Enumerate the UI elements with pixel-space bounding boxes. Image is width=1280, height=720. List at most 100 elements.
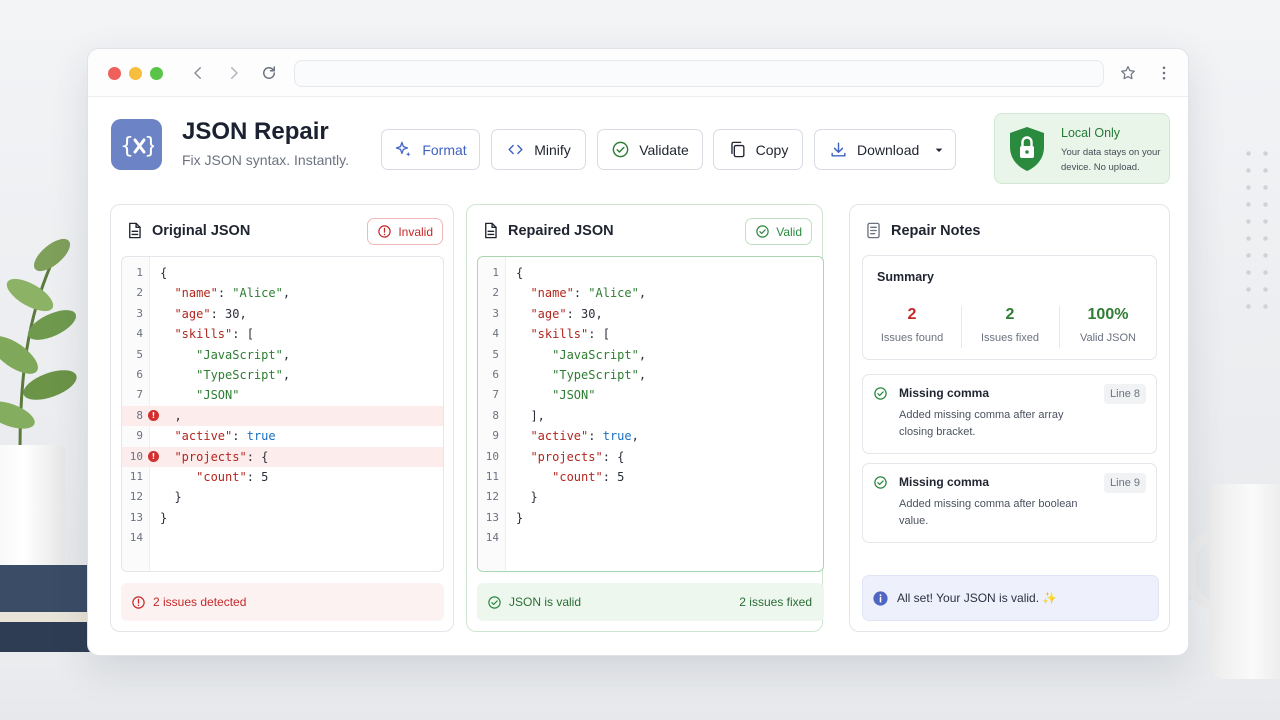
bookmark-button[interactable]: [1116, 61, 1140, 85]
issues-detected-footer: 2 issues detected: [121, 583, 444, 621]
line-number: 14: [485, 531, 499, 545]
line-number: 5: [136, 347, 143, 361]
error-marker-icon[interactable]: !: [148, 450, 159, 462]
all-set-banner: All set! Your JSON is valid. ✨: [862, 575, 1159, 621]
line-number: 9: [136, 429, 143, 443]
check-circle-icon: [612, 141, 629, 158]
repaired-json-title: Repaired JSON: [508, 222, 614, 239]
line-number: 7: [492, 388, 499, 402]
code-line: 13}: [478, 508, 823, 528]
code-line: 11 "count": 5: [478, 467, 823, 487]
code-text: }: [160, 510, 168, 525]
line-number: 11: [485, 470, 499, 483]
forward-button[interactable]: [222, 61, 246, 85]
reload-button[interactable]: [257, 61, 281, 85]
code-line: 2 "name": "Alice",: [478, 283, 823, 303]
back-button[interactable]: [186, 61, 210, 85]
alert-circle-icon: [132, 595, 145, 609]
code-line: 7 "JSON": [478, 385, 823, 405]
code-line: 4 "skills": [: [478, 324, 823, 344]
line-number: 4: [492, 327, 499, 341]
code-text: "name": "Alice",: [530, 286, 647, 301]
local-only-card: Local Only Your data stays on your devic…: [994, 113, 1170, 184]
check-circle-icon: [756, 225, 769, 238]
format-button[interactable]: Format: [381, 129, 480, 170]
alert-circle-icon: [378, 225, 392, 238]
code-text: }: [516, 510, 524, 525]
minify-button[interactable]: Minify: [491, 129, 586, 170]
address-bar[interactable]: [294, 60, 1104, 87]
code-text: "age": 30,: [174, 306, 247, 321]
code-line: 13}: [122, 508, 443, 528]
repaired-json-header: Repaired JSON: [481, 221, 614, 240]
line-number: 13: [129, 510, 143, 524]
star-icon: [1121, 66, 1135, 80]
code-line: 5 "JavaScript",: [478, 345, 823, 365]
check-circle-icon: [488, 595, 501, 609]
stat-value: 100%: [1087, 306, 1129, 323]
line-number: 10: [485, 449, 499, 463]
stat-label: Valid JSON: [1079, 332, 1137, 344]
note-description: Added missing comma after boolean value.: [899, 498, 1078, 527]
maximize-window-button[interactable]: [150, 67, 163, 80]
notes-icon: [867, 222, 880, 239]
invalid-badge: Invalid: [367, 218, 443, 245]
validate-button[interactable]: Validate: [597, 129, 703, 170]
code-line: 1{: [478, 263, 823, 283]
line-number: 9: [492, 429, 499, 443]
minimize-window-button[interactable]: [129, 67, 142, 80]
code-line: 6 "TypeScript",: [478, 365, 823, 385]
browser-menu-button[interactable]: [1152, 61, 1176, 85]
code-line: 6 "TypeScript",: [122, 365, 443, 385]
copy-button[interactable]: Copy: [713, 129, 803, 170]
repair-notes-header: Repair Notes: [864, 221, 980, 240]
info-icon: [873, 590, 888, 606]
code-text: ],: [516, 408, 545, 423]
download-label: Download: [857, 141, 920, 158]
mug-decoration: [1210, 484, 1280, 679]
original-json-header: Original JSON: [125, 221, 250, 240]
line-number: 5: [492, 347, 499, 361]
repair-note-card[interactable]: Missing comma Line 8 Added missing comma…: [862, 374, 1157, 454]
line-number: 11: [129, 470, 143, 483]
line-number: 12: [129, 490, 143, 504]
original-json-editor[interactable]: 1{2 "name": "Alice", 3 "age": 30, 4 "skill…: [121, 256, 444, 572]
json-repair-logo-icon: { }: [120, 134, 154, 159]
stat-label: Issues found: [880, 332, 944, 344]
local-only-description: Your data stays on your device. No uploa…: [1061, 147, 1161, 173]
note-line-badge[interactable]: Line 9: [1104, 473, 1146, 493]
code-text: "TypeScript",: [196, 368, 291, 382]
error-marker-icon[interactable]: !: [148, 409, 159, 421]
download-button[interactable]: Download: [814, 129, 956, 170]
book-decoration: [0, 565, 90, 613]
code-line: 9 "active": true: [122, 426, 443, 446]
code-line: 9 "active": true,: [478, 426, 823, 446]
code-line: 10 "projects": {: [478, 447, 823, 467]
original-json-title: Original JSON: [152, 222, 251, 239]
copy-label: Copy: [755, 141, 789, 158]
code-line: 5 "JavaScript",: [122, 345, 443, 365]
line-number: 7: [136, 388, 143, 402]
code-text: "age": 30,: [530, 306, 603, 321]
code-icon: [508, 144, 523, 155]
close-window-button[interactable]: [108, 67, 121, 80]
caret-down-icon[interactable]: [931, 142, 947, 158]
note-title: Missing comma: [899, 475, 990, 489]
local-only-title: Local Only: [1061, 126, 1121, 140]
valid-badge-label: Valid: [776, 224, 802, 239]
line-number: 4: [136, 327, 143, 341]
code-text: "count": 5: [196, 470, 269, 484]
invalid-badge-label: Invalid: [398, 224, 433, 239]
line-number: 10: [129, 449, 143, 463]
decorative-dot-grid: [1240, 145, 1280, 315]
note-line-badge[interactable]: Line 8: [1104, 384, 1146, 404]
line-number: 13: [485, 510, 499, 524]
repaired-json-editor[interactable]: 1{2 "name": "Alice", 3 "age": 30, 4 "skill…: [477, 256, 824, 572]
line-number: 2: [136, 286, 143, 300]
issues-detected-text: 2 issues detected: [153, 595, 247, 609]
chevron-left-icon: [194, 67, 201, 79]
code-text: {: [516, 266, 524, 280]
line-number: 6: [136, 368, 143, 381]
note-title: Missing comma: [899, 386, 990, 400]
repair-note-card[interactable]: Missing comma Line 9 Added missing comma…: [862, 463, 1157, 543]
